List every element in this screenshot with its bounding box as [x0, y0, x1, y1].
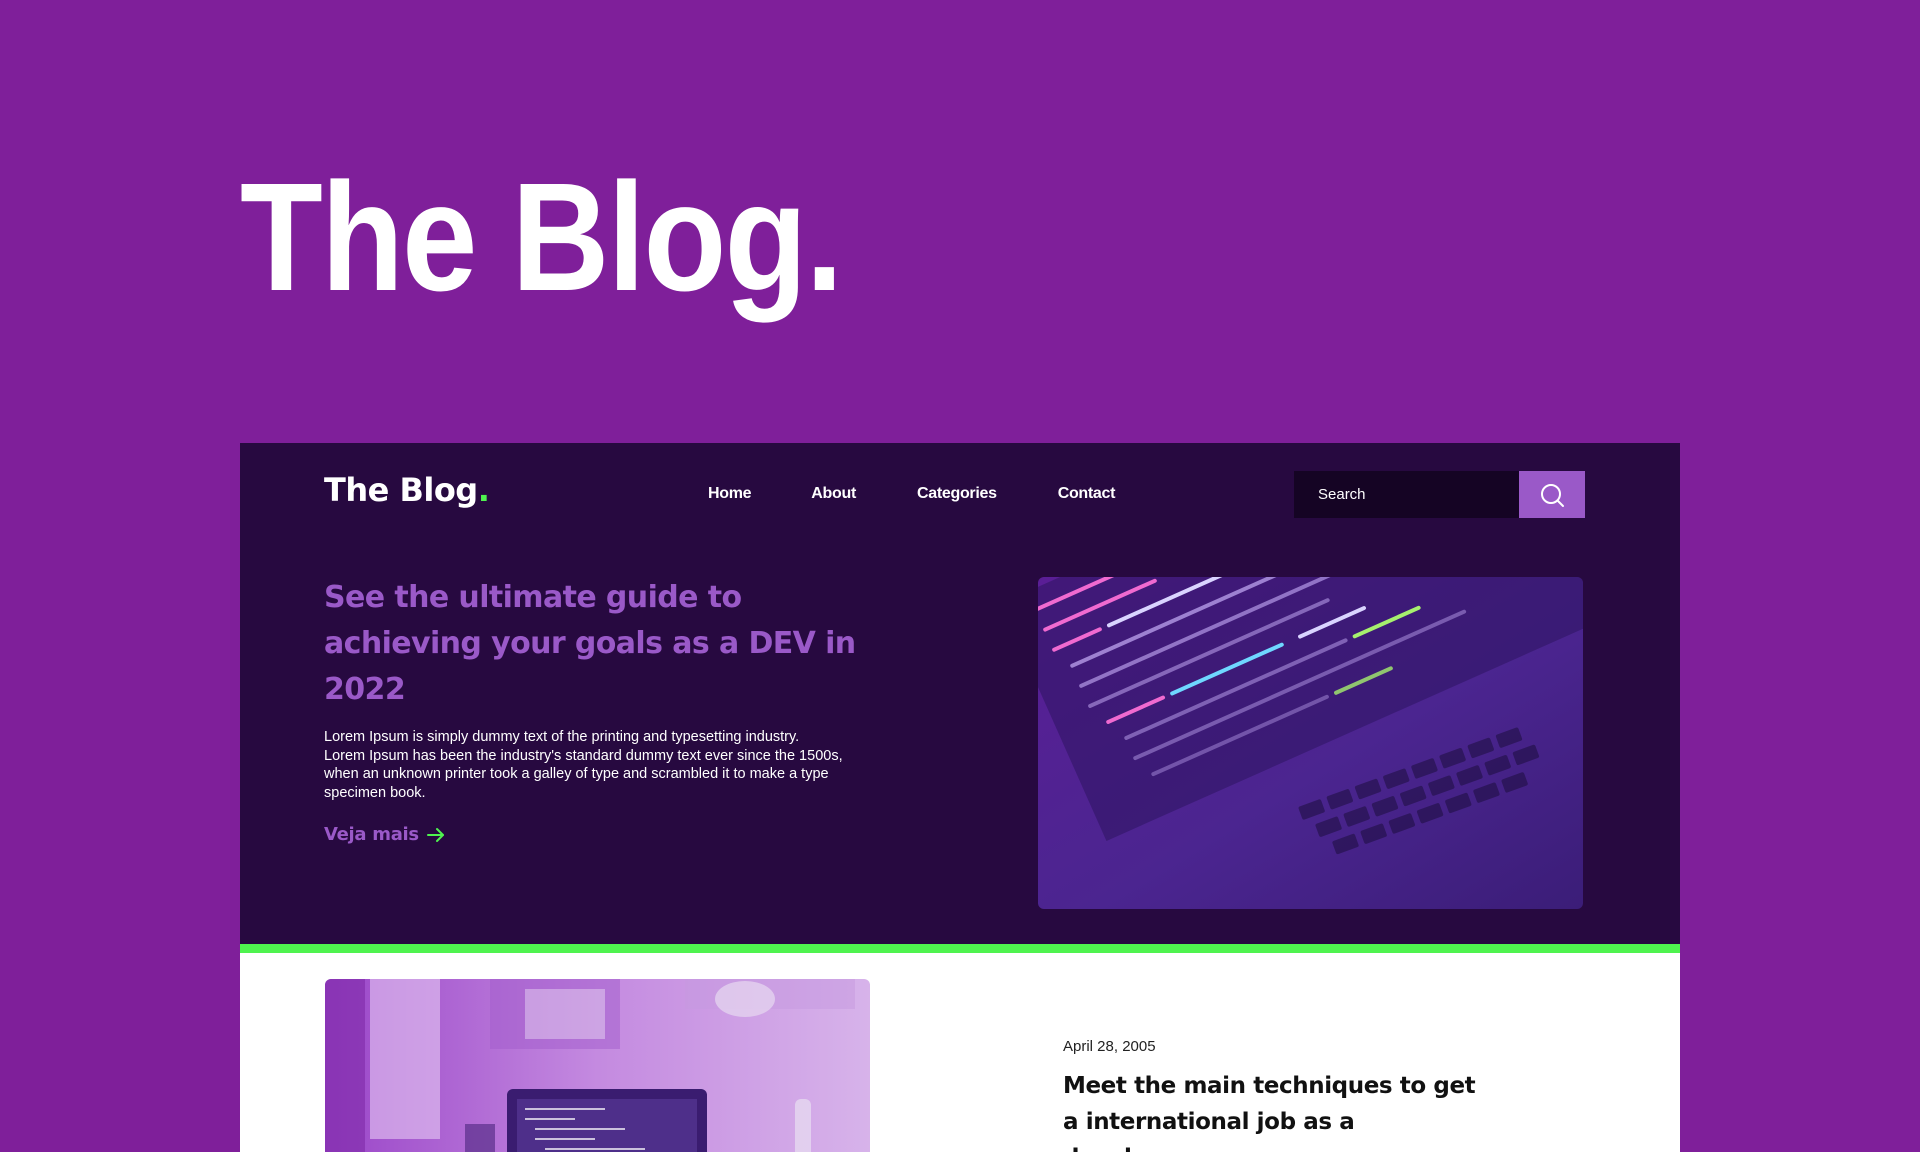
site-logo[interactable]: The Blog.: [324, 471, 490, 509]
blog-preview-frame: The Blog. Home About Categories Contact …: [240, 443, 1680, 1152]
featured-excerpt: Lorem Ipsum is simply dummy text of the …: [324, 729, 843, 801]
featured-image[interactable]: [1038, 577, 1583, 909]
read-more-label: Veja mais: [324, 824, 419, 845]
nav-contact[interactable]: Contact: [1058, 485, 1116, 503]
code-laptop-image: [1038, 577, 1583, 909]
desk-laptop-image: [325, 979, 870, 1152]
post-image[interactable]: [325, 979, 870, 1152]
logo-dot: .: [477, 471, 490, 509]
main-nav: Home About Categories Contact: [708, 485, 1175, 503]
search-icon: [1541, 483, 1564, 507]
search-button[interactable]: [1519, 471, 1585, 518]
logo-text: The Blog: [324, 471, 478, 509]
featured-title[interactable]: See the ultimate guide to achieving your…: [324, 575, 864, 713]
arrow-right-icon: [426, 827, 444, 842]
hero-title: The Blog.: [240, 151, 843, 323]
featured-read-more-link[interactable]: Veja mais: [324, 824, 445, 845]
post-list-section: April 28, 2005 Meet the main techniques …: [240, 953, 1680, 1152]
header-hero-section: The Blog. Home About Categories Contact …: [240, 443, 1680, 944]
post-title[interactable]: Meet the main techniques to get a intern…: [1063, 1068, 1483, 1152]
nav-about[interactable]: About: [811, 485, 856, 503]
section-divider: [240, 944, 1680, 953]
nav-home[interactable]: Home: [708, 485, 752, 503]
nav-categories[interactable]: Categories: [917, 485, 997, 503]
search-input[interactable]: Search: [1294, 471, 1519, 518]
post-date: April 28, 2005: [1063, 1038, 1156, 1055]
